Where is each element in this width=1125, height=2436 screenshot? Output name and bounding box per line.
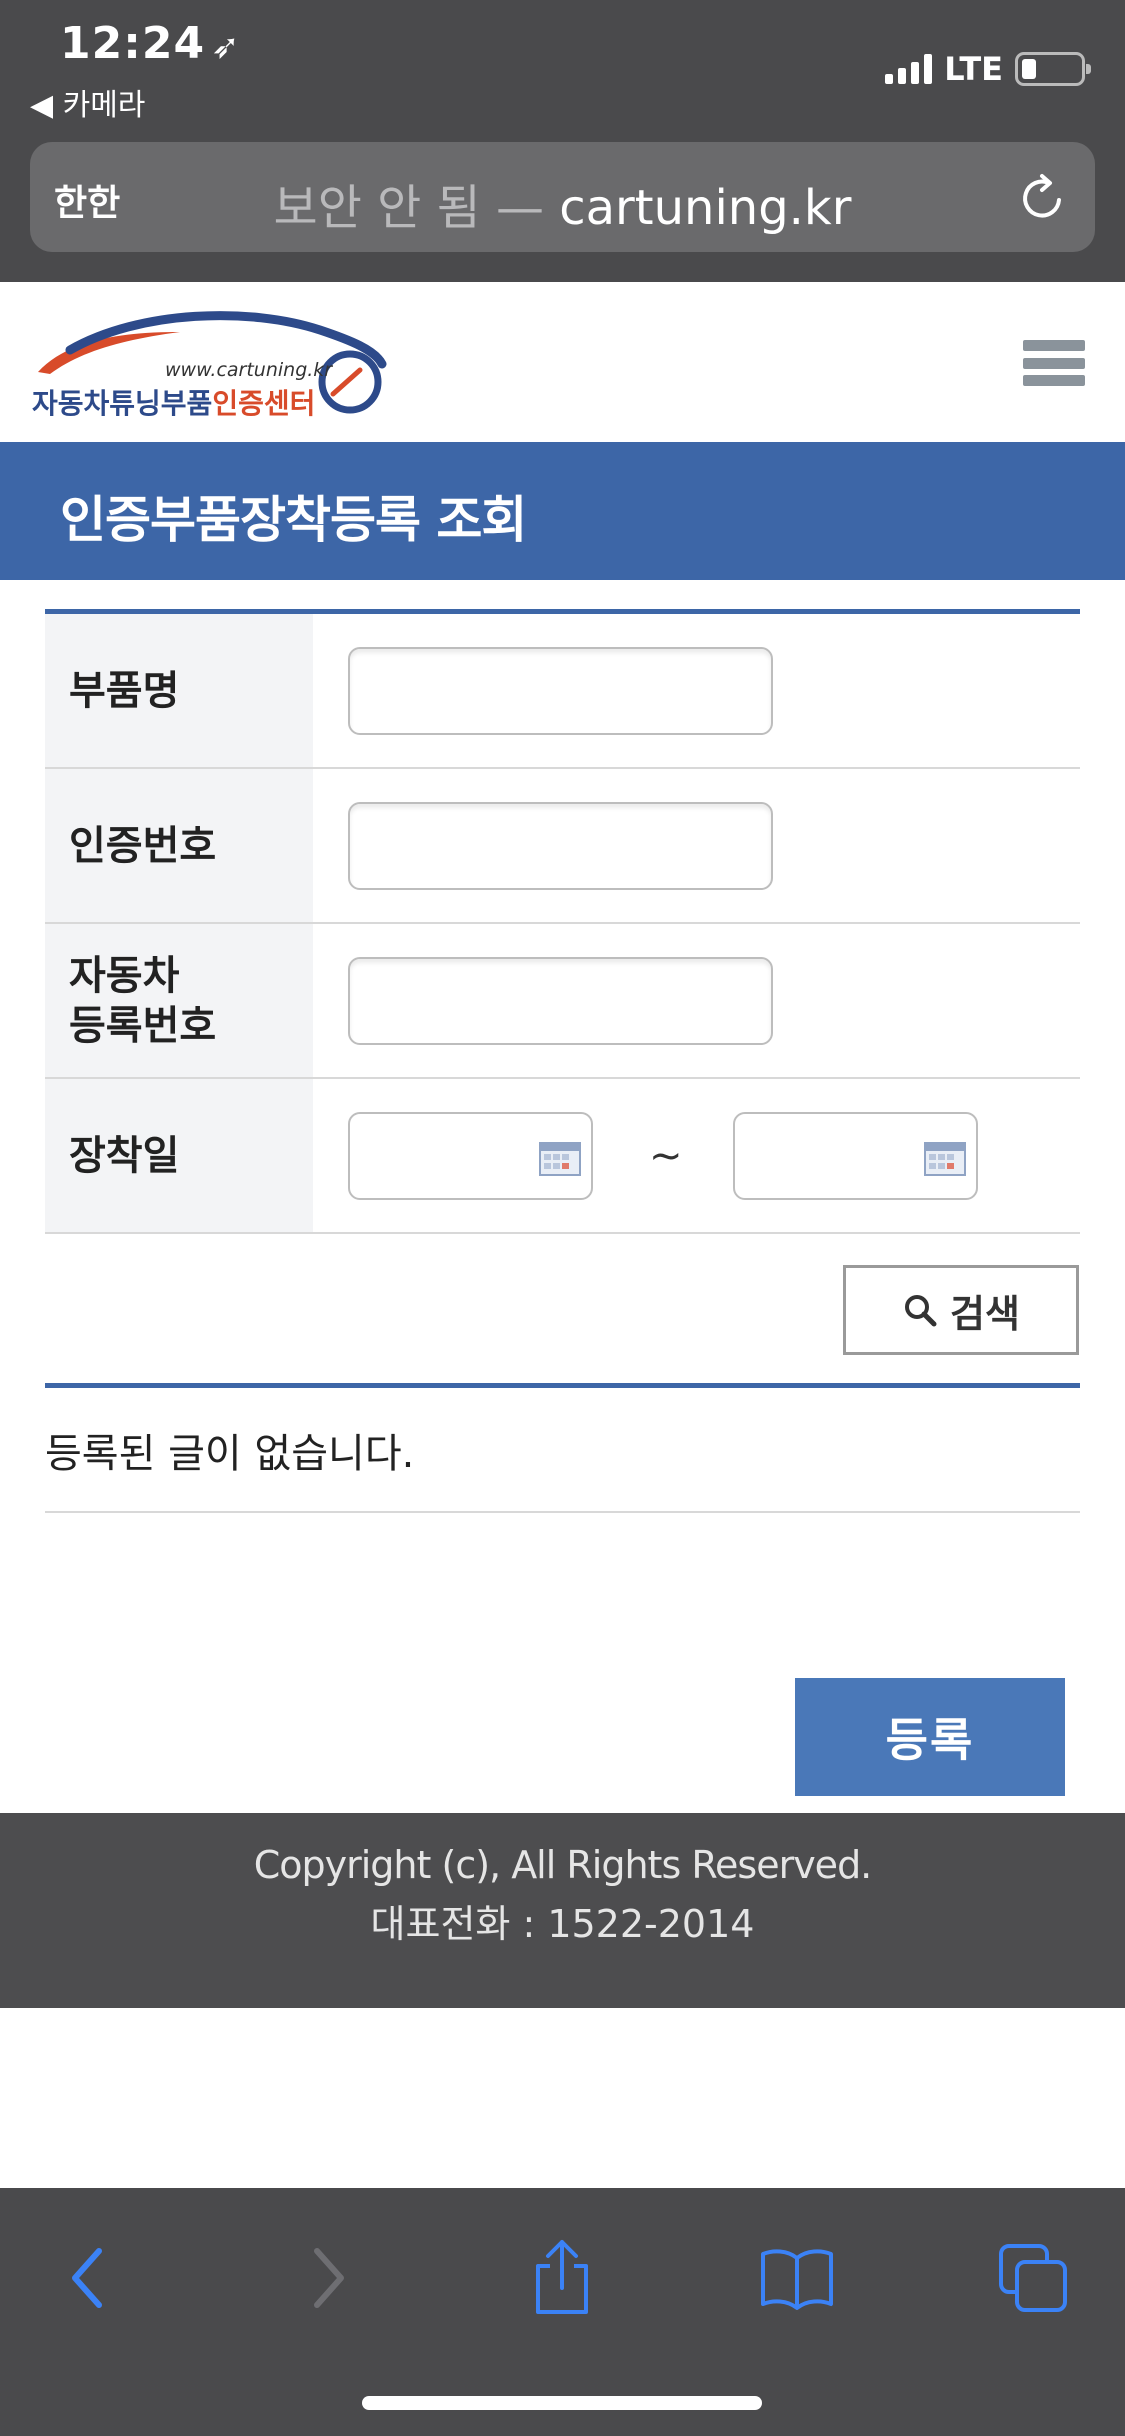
page-title-bar: 인증부품장착등록 조회 (0, 442, 1125, 580)
signal-icon (885, 54, 933, 84)
empty-results-message: 등록된 글이 없습니다. (45, 1388, 1080, 1513)
search-form: 부품명 인증번호 자동차 등록번호 장착일 ~ (45, 609, 1080, 1234)
site-footer: Copyright (c), All Rights Reserved. 대표전화… (0, 1813, 1125, 2008)
logo-url-text: www.cartuning.kr (165, 359, 333, 381)
part-name-input[interactable] (348, 646, 773, 735)
vehicle-reg-label: 자동차 등록번호 (45, 924, 313, 1077)
page-title: 인증부품장착등록 조회 (60, 491, 527, 549)
url-display[interactable]: 보안 안 됨 — cartuning.kr (30, 168, 1095, 238)
hamburger-menu-icon[interactable] (1023, 340, 1085, 386)
search-icon (905, 1295, 937, 1327)
home-indicator (362, 2396, 762, 2410)
location-arrow-icon: ➶ (211, 27, 241, 67)
register-button[interactable]: 등록 (795, 1678, 1065, 1796)
status-indicators: LTE (885, 50, 1091, 88)
form-row-install-date: 장착일 ~ (45, 1079, 1080, 1234)
form-row-vehicle-reg: 자동차 등록번호 (45, 924, 1080, 1079)
battery-icon (1015, 52, 1091, 86)
footer-copyright: Copyright (c), All Rights Reserved. (253, 1843, 873, 1887)
cert-number-label: 인증번호 (45, 769, 313, 922)
site-logo[interactable]: www.cartuning.kr 자동차튜닝부품인증센터 (30, 302, 390, 422)
forward-arrow-icon[interactable] (288, 2238, 368, 2318)
network-type: LTE (944, 50, 1003, 88)
search-button[interactable]: 검색 (843, 1265, 1079, 1355)
logo-name: 자동차튜닝부품인증센터 (32, 387, 316, 420)
security-warning: 보안 안 됨 — (273, 180, 544, 236)
site-header: www.cartuning.kr 자동차튜닝부품인증센터 (0, 282, 1125, 442)
install-date-label: 장착일 (45, 1079, 313, 1232)
bookmarks-icon[interactable] (757, 2238, 837, 2318)
reload-icon[interactable] (1015, 170, 1071, 226)
browser-top-chrome: 12:24 ➶ ◀ 카메라 LTE 한한 보안 안 됨 — cartuning.k… (0, 0, 1125, 282)
address-bar[interactable]: 한한 보안 안 됨 — cartuning.kr (30, 142, 1095, 252)
calendar-icon[interactable] (923, 1140, 966, 1176)
calendar-icon[interactable] (539, 1140, 581, 1176)
tabs-icon[interactable] (993, 2238, 1073, 2318)
form-row-cert-number: 인증번호 (45, 769, 1080, 924)
cert-number-input[interactable] (348, 801, 773, 890)
search-button-label: 검색 (950, 1293, 1020, 1336)
share-icon[interactable] (522, 2238, 602, 2318)
url-domain: cartuning.kr (559, 180, 852, 236)
date-range-separator: ~ (649, 1132, 683, 1179)
status-time: 12:24 ➶ (60, 18, 241, 69)
back-arrow-icon[interactable] (48, 2238, 128, 2318)
part-name-label: 부품명 (45, 614, 313, 767)
form-row-part-name: 부품명 (45, 614, 1080, 769)
date-from-input[interactable] (348, 1111, 593, 1200)
vehicle-reg-input[interactable] (348, 956, 773, 1045)
footer-phone: 대표전화 : 1522-2014 (370, 1902, 755, 1946)
back-to-app-link[interactable]: ◀ 카메라 (30, 80, 145, 124)
date-to-input[interactable] (732, 1111, 978, 1200)
results-list: 등록된 글이 없습니다. (45, 1383, 1080, 1513)
